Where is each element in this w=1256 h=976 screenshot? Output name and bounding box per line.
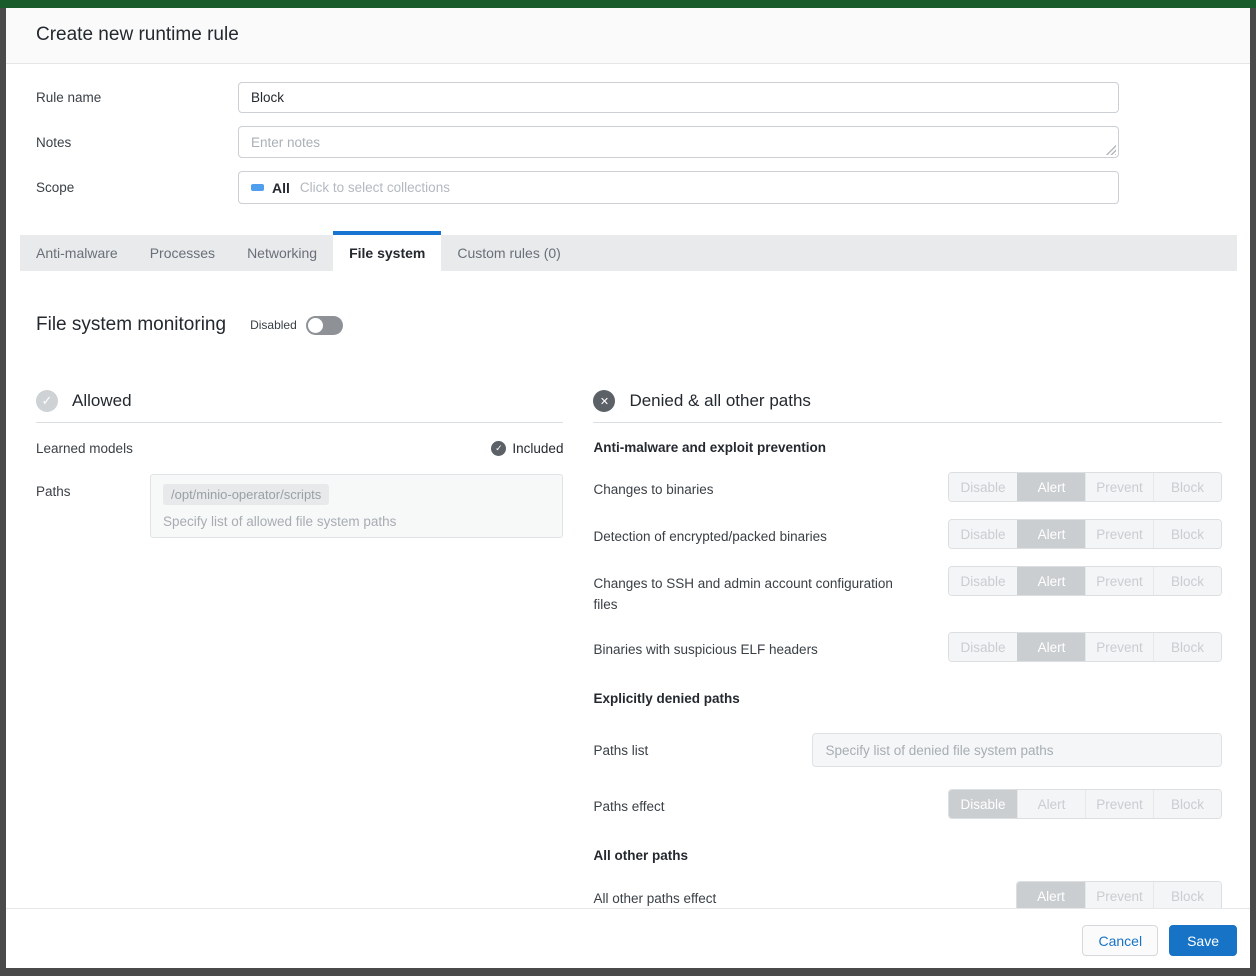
monitoring-state-label: Disabled bbox=[250, 318, 297, 332]
x-circle-icon: ✕ bbox=[593, 390, 615, 412]
included-badge: ✓ Included bbox=[491, 441, 563, 456]
option-disable[interactable]: Disable bbox=[949, 633, 1017, 661]
allowed-paths-label: Paths bbox=[36, 474, 150, 538]
all-other-paths-heading: All other paths bbox=[593, 848, 1222, 863]
option-prevent[interactable]: Prevent bbox=[1085, 790, 1153, 818]
allowed-section: ✓ Allowed Learned models ✓ Included Path… bbox=[36, 390, 563, 908]
effect-label: Detection of encrypted/packed binaries bbox=[593, 519, 826, 547]
dialog-title: Create new runtime rule bbox=[36, 24, 1220, 46]
paths-list-label: Paths list bbox=[593, 740, 812, 761]
option-alert[interactable]: Alert bbox=[1017, 567, 1085, 595]
segmented-control: Disable Alert Prevent Block bbox=[948, 632, 1222, 662]
learned-models-label: Learned models bbox=[36, 441, 133, 456]
allowed-title: Allowed bbox=[72, 391, 132, 411]
app-top-bar bbox=[0, 0, 1256, 8]
tab-processes[interactable]: Processes bbox=[134, 235, 231, 271]
option-block[interactable]: Block bbox=[1153, 520, 1221, 548]
rule-name-input[interactable] bbox=[238, 82, 1119, 113]
rule-meta-form: Rule name Notes Scope All Click to selec… bbox=[6, 64, 1250, 219]
explicitly-denied-heading: Explicitly denied paths bbox=[593, 691, 1222, 706]
tab-networking[interactable]: Networking bbox=[231, 235, 333, 271]
segmented-control: Alert Prevent Block bbox=[1016, 881, 1222, 908]
monitoring-toggle[interactable] bbox=[306, 316, 343, 335]
option-prevent[interactable]: Prevent bbox=[1085, 567, 1153, 595]
effect-row-paths-effect: Paths effect Disable Alert Prevent Block bbox=[593, 789, 1222, 819]
save-button[interactable]: Save bbox=[1169, 925, 1237, 956]
option-block[interactable]: Block bbox=[1153, 567, 1221, 595]
prevention-heading: Anti-malware and exploit prevention bbox=[593, 440, 1222, 455]
scope-label: Scope bbox=[36, 180, 238, 195]
allowed-paths-row: Paths /opt/minio-operator/scripts Specif… bbox=[36, 474, 563, 538]
option-block[interactable]: Block bbox=[1153, 633, 1221, 661]
allowed-header: ✓ Allowed bbox=[36, 390, 563, 423]
scope-collections-field[interactable]: All Click to select collections bbox=[238, 171, 1119, 204]
allowed-paths-placeholder: Specify list of allowed file system path… bbox=[163, 514, 550, 529]
option-prevent[interactable]: Prevent bbox=[1085, 473, 1153, 501]
effect-row-all-other-paths: All other paths effect Alert Prevent Blo… bbox=[593, 881, 1222, 908]
tab-file-system[interactable]: File system bbox=[333, 231, 441, 271]
option-alert[interactable]: Alert bbox=[1017, 520, 1085, 548]
create-runtime-rule-dialog: Create new runtime rule Rule name Notes … bbox=[6, 8, 1250, 968]
rule-name-row: Rule name bbox=[36, 82, 1250, 113]
scope-row: Scope All Click to select collections bbox=[36, 171, 1250, 204]
option-disable[interactable]: Disable bbox=[949, 473, 1017, 501]
segmented-control: Disable Alert Prevent Block bbox=[948, 472, 1222, 502]
denied-header: ✕ Denied & all other paths bbox=[593, 390, 1222, 423]
segmented-control: Disable Alert Prevent Block bbox=[948, 789, 1222, 819]
option-disable[interactable]: Disable bbox=[949, 790, 1017, 818]
segmented-control: Disable Alert Prevent Block bbox=[948, 566, 1222, 596]
denied-title: Denied & all other paths bbox=[629, 391, 810, 411]
included-check-icon: ✓ bbox=[491, 441, 506, 456]
scope-placeholder: Click to select collections bbox=[300, 180, 450, 195]
option-disable[interactable]: Disable bbox=[949, 520, 1017, 548]
denied-paths-list-row: Paths list bbox=[593, 733, 1222, 767]
option-alert[interactable]: Alert bbox=[1017, 633, 1085, 661]
monitoring-title: File system monitoring bbox=[36, 314, 226, 336]
option-prevent[interactable]: Prevent bbox=[1085, 633, 1153, 661]
all-other-paths-effect-label: All other paths effect bbox=[593, 881, 716, 908]
option-alert[interactable]: Alert bbox=[1017, 882, 1085, 908]
denied-paths-list-input[interactable] bbox=[812, 733, 1222, 767]
notes-label: Notes bbox=[36, 135, 238, 150]
notes-input[interactable] bbox=[238, 126, 1119, 158]
effect-row-changes-to-binaries: Changes to binaries Disable Alert Preven… bbox=[593, 472, 1222, 502]
allowed-paths-input[interactable]: /opt/minio-operator/scripts Specify list… bbox=[150, 474, 563, 538]
effect-label: Binaries with suspicious ELF headers bbox=[593, 632, 817, 660]
effect-label: Changes to binaries bbox=[593, 472, 713, 500]
dialog-body: Rule name Notes Scope All Click to selec… bbox=[6, 64, 1250, 908]
effect-row-encrypted-packed-binaries: Detection of encrypted/packed binaries D… bbox=[593, 519, 1222, 549]
collection-color-icon bbox=[251, 184, 264, 191]
option-block[interactable]: Block bbox=[1153, 473, 1221, 501]
cancel-button[interactable]: Cancel bbox=[1082, 925, 1158, 956]
tab-anti-malware[interactable]: Anti-malware bbox=[20, 235, 134, 271]
option-disable[interactable]: Disable bbox=[949, 567, 1017, 595]
rule-tabs: Anti-malware Processes Networking File s… bbox=[20, 235, 1237, 271]
learned-models-row: Learned models ✓ Included bbox=[36, 441, 563, 456]
option-prevent[interactable]: Prevent bbox=[1085, 882, 1153, 908]
check-circle-icon: ✓ bbox=[36, 390, 58, 412]
option-alert[interactable]: Alert bbox=[1017, 473, 1085, 501]
file-system-monitoring-row: File system monitoring Disabled bbox=[6, 314, 1250, 336]
effect-label: Changes to SSH and admin account configu… bbox=[593, 566, 903, 615]
rule-name-label: Rule name bbox=[36, 90, 238, 105]
included-status-text: Included bbox=[512, 441, 563, 456]
dialog-header: Create new runtime rule bbox=[6, 8, 1250, 64]
segmented-control: Disable Alert Prevent Block bbox=[948, 519, 1222, 549]
effect-row-ssh-admin-config: Changes to SSH and admin account configu… bbox=[593, 566, 1222, 615]
notes-row: Notes bbox=[36, 126, 1250, 158]
option-block[interactable]: Block bbox=[1153, 882, 1221, 908]
toggle-knob bbox=[308, 318, 323, 333]
dialog-footer: Cancel Save bbox=[6, 908, 1250, 968]
tab-custom-rules[interactable]: Custom rules (0) bbox=[441, 235, 576, 271]
allowed-path-chip: /opt/minio-operator/scripts bbox=[163, 484, 329, 505]
allowed-denied-columns: ✓ Allowed Learned models ✓ Included Path… bbox=[6, 390, 1250, 908]
scope-selected-collection: All bbox=[272, 180, 290, 196]
option-alert[interactable]: Alert bbox=[1017, 790, 1085, 818]
effect-row-suspicious-elf-headers: Binaries with suspicious ELF headers Dis… bbox=[593, 632, 1222, 662]
denied-section: ✕ Denied & all other paths Anti-malware … bbox=[593, 390, 1222, 908]
notes-field-wrap bbox=[238, 126, 1119, 158]
option-prevent[interactable]: Prevent bbox=[1085, 520, 1153, 548]
option-block[interactable]: Block bbox=[1153, 790, 1221, 818]
paths-effect-label: Paths effect bbox=[593, 789, 664, 817]
